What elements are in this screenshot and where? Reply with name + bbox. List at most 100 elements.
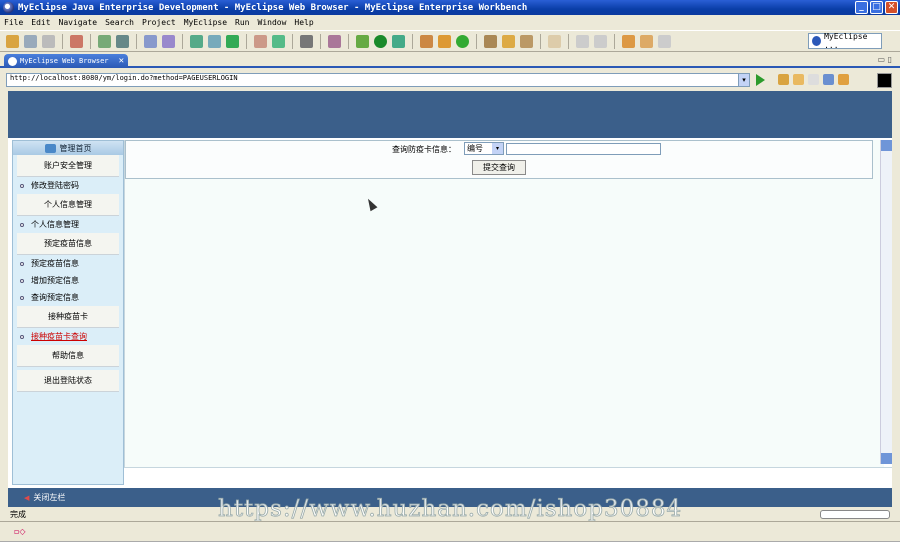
open-type-icon[interactable] [420,34,433,48]
bullet-icon [20,278,24,283]
nav-item-label: 增加预定信息 [31,276,79,285]
menu-window[interactable]: Window [258,18,287,27]
search-field-select[interactable]: 编号 ▾ [464,142,504,155]
nav-item-vaccine-booking[interactable]: 预定疫苗信息 [13,255,123,272]
myeclipse-perspective-icon [812,36,822,46]
toolbar-separator [136,33,137,49]
perspective-label: MyEclipse ... [824,32,868,50]
tab-web-browser[interactable]: MyEclipse Web Browser ✕ [4,54,128,68]
forward-icon[interactable] [808,74,819,85]
menu-file[interactable]: File [4,18,23,27]
vertical-scrollbar[interactable] [880,140,892,464]
bookmark-icon[interactable] [778,74,789,85]
sidebar-header[interactable]: 管理首页 [13,141,123,155]
url-dropdown-icon[interactable]: ▾ [738,73,750,87]
close-tab-icon[interactable]: ✕ [119,56,124,66]
nav-item-change-password[interactable]: 修改登陆密码 [13,177,123,194]
url-input[interactable]: http://localhost:8080/ym/login.do?method… [6,73,750,87]
refresh-page-icon[interactable] [838,74,849,85]
pencil-icon[interactable] [502,34,515,48]
run-icon[interactable] [374,34,387,48]
go-icon[interactable] [756,74,765,86]
menu-run[interactable]: Run [235,18,249,27]
close-window-button[interactable]: ✕ [885,1,898,14]
section-logout[interactable]: 退出登陆状态 [17,370,119,392]
toolbar-separator [412,33,413,49]
menu-bar: File Edit Navigate Search Project MyEcli… [0,15,900,30]
new-icon[interactable] [6,34,19,48]
window-title-bar[interactable]: MyEclipse Java Enterprise Development - … [0,0,900,15]
scroll-down-icon[interactable] [881,453,892,464]
perspective-switcher[interactable]: MyEclipse ... [808,32,882,50]
section-vaccine-booking[interactable]: 预定疫苗信息 [17,233,119,255]
section-help[interactable]: 帮助信息 [17,345,119,367]
server-icon[interactable] [116,34,129,48]
menu-myeclipse[interactable]: MyEclipse [184,18,227,27]
nav-item-add-booking[interactable]: 增加预定信息 [13,272,123,289]
back-arrow-icon[interactable] [640,34,653,48]
section-label: 账户安全管理 [44,161,92,170]
stop-icon[interactable] [823,74,834,85]
folder-icon[interactable] [548,34,561,48]
browser-viewport: 管理首页 账户安全管理 修改登陆密码 个人信息管理 个人信息管理 预定疫苗信息 … [8,91,892,507]
annotation-next-icon[interactable] [594,34,607,48]
gear-icon[interactable] [98,34,111,48]
site-banner [8,91,892,138]
toolbar-separator [348,33,349,49]
web-icon[interactable] [208,34,221,48]
bullet-icon [20,261,24,266]
color-swatch[interactable] [877,73,892,88]
back-history-icon[interactable] [622,34,635,48]
new-class-icon[interactable] [328,34,341,48]
section-label: 接种疫苗卡 [48,312,88,321]
globe-icon[interactable] [226,34,239,48]
deploy-icon[interactable] [144,34,157,48]
status-indicator-icon: ▫◇ [14,527,26,536]
minimize-button[interactable]: _ [855,1,868,14]
annotation-icon[interactable] [576,34,589,48]
back-icon[interactable] [793,74,804,85]
collapse-arrow-icon[interactable]: ◀ [24,494,29,502]
view-controls[interactable]: ▭ ▯ [877,55,892,64]
section-account-security[interactable]: 账户安全管理 [17,155,119,177]
section-vaccine-card[interactable]: 接种疫苗卡 [17,306,119,328]
menu-project[interactable]: Project [142,18,176,27]
database-icon[interactable] [190,34,203,48]
save-icon[interactable] [24,34,37,48]
nav-item-personal-info[interactable]: 个人信息管理 [13,216,123,233]
package-icon[interactable] [70,34,83,48]
menu-edit[interactable]: Edit [31,18,50,27]
debug-icon[interactable] [356,34,369,48]
refresh-icon[interactable] [272,34,285,48]
nav-item-query-booking[interactable]: 查询预定信息 [13,289,123,306]
tool-icon[interactable] [254,34,267,48]
run-external-icon[interactable] [392,34,405,48]
task-icon[interactable] [484,34,497,48]
left-nav: 管理首页 账户安全管理 修改登陆密码 个人信息管理 个人信息管理 预定疫苗信息 … [12,140,124,485]
section-label: 个人信息管理 [44,200,92,209]
print-icon[interactable] [42,34,55,48]
redeploy-icon[interactable] [162,34,175,48]
content-bottom-strip [124,467,892,485]
search-globe-icon[interactable] [456,34,469,48]
nav-item-label: 修改登陆密码 [31,181,79,190]
main-content: 查询防疫卡信息： 编号 ▾ 提交查询 [124,140,884,467]
close-sidebar-link[interactable]: 关闭左栏 [33,492,65,503]
search-label: 查询防疫卡信息： [392,145,456,154]
bullet-icon [20,183,24,188]
nav-item-vaccine-card-query[interactable]: 接种疫苗卡查询 [13,328,123,345]
maximize-button[interactable]: □ [870,1,883,14]
link-icon[interactable] [520,34,533,48]
grid-icon[interactable] [438,34,451,48]
workbench-status-bar: ▫◇ [0,521,900,541]
scroll-up-icon[interactable] [881,140,892,151]
toolbar-separator [568,33,569,49]
console-icon[interactable] [300,34,313,48]
section-personal-info[interactable]: 个人信息管理 [17,194,119,216]
menu-search[interactable]: Search [105,18,134,27]
menu-help[interactable]: Help [294,18,313,27]
submit-query-button[interactable]: 提交查询 [472,160,526,175]
search-input[interactable] [506,143,661,155]
forward-arrow-icon[interactable] [658,34,671,48]
menu-navigate[interactable]: Navigate [59,18,98,27]
